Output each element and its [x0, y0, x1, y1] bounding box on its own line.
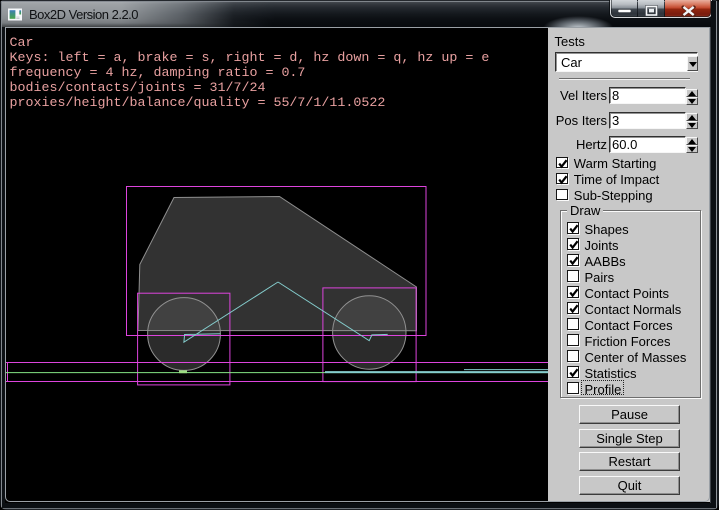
svg-text:Car: Car: [10, 36, 34, 51]
svg-text:Keys: left = a, brake = s, rig: Keys: left = a, brake = s, right = d, hz…: [10, 51, 490, 66]
svg-text:proxies/height/balance/quality: proxies/height/balance/quality = 55/7/1/…: [10, 96, 386, 111]
svg-text:bodies/contacts/joints = 31/7/: bodies/contacts/joints = 31/7/24: [10, 81, 266, 96]
svg-text:frequency = 4 hz, damping rati: frequency = 4 hz, damping ratio = 0.7: [10, 66, 306, 81]
